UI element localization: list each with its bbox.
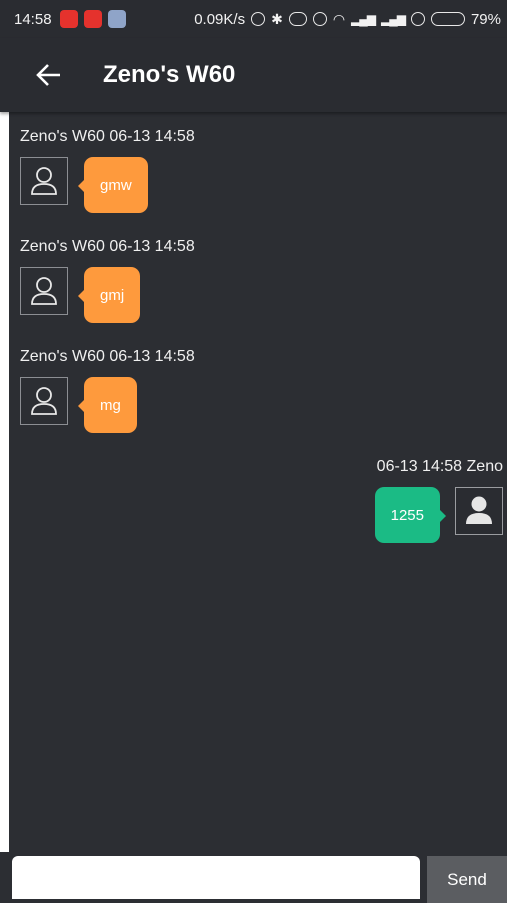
status-bar: 14:58 0.09K/s ✱ ◠ ▂▄▆ ▂▄▆ 79%	[0, 0, 507, 38]
chat-list[interactable]: Zeno's W60 06-13 14:58 gmw Zeno's W60 06…	[0, 112, 507, 852]
arrow-left-icon	[36, 64, 60, 86]
avatar[interactable]	[20, 157, 68, 205]
message-bubble[interactable]: gmj	[77, 267, 141, 323]
notification-app-icon-3	[107, 10, 126, 28]
vibrate-icon	[288, 12, 307, 26]
signal-icon: ▂▄▆	[351, 12, 376, 26]
back-button[interactable]	[30, 55, 70, 95]
message-meta: Zeno's W60 06-13 14:58	[20, 238, 195, 255]
status-time: 14:58	[14, 10, 52, 28]
avatar[interactable]	[20, 377, 68, 425]
user-outline-icon	[31, 387, 57, 415]
battery-icon	[430, 12, 465, 26]
user-outline-icon	[31, 167, 57, 195]
avatar[interactable]	[455, 487, 503, 535]
title-bar: Zeno's W60	[0, 38, 507, 112]
battery-percent: 79%	[470, 10, 501, 28]
message-bubble[interactable]: gmw	[78, 157, 148, 213]
notification-app-icon-2	[83, 10, 102, 28]
bluetooth-icon: ✱	[271, 10, 283, 27]
message-meta: 06-13 14:58 Zeno	[376, 458, 503, 475]
wifi-icon: ◠	[332, 10, 346, 27]
page-title: Zeno's W60	[103, 61, 236, 88]
notification-app-icon	[59, 10, 78, 28]
alarm-icon	[312, 12, 327, 26]
message-bubble[interactable]: 1255	[374, 487, 447, 543]
user-outline-icon	[31, 277, 57, 305]
signal-icon-2: ▂▄▆	[381, 12, 406, 26]
user-solid-icon	[466, 496, 492, 524]
message-input[interactable]	[12, 856, 420, 899]
location-icon	[251, 12, 266, 26]
message-bubble[interactable]: mg	[78, 377, 137, 433]
message-meta: Zeno's W60 06-13 14:58	[20, 128, 195, 145]
charging-icon	[410, 12, 425, 26]
message-meta: Zeno's W60 06-13 14:58	[20, 348, 195, 365]
network-speed: 0.09K/s	[194, 10, 246, 28]
avatar[interactable]	[20, 267, 68, 315]
send-button[interactable]: Send	[427, 856, 507, 903]
composer-bar: Send	[0, 852, 507, 903]
